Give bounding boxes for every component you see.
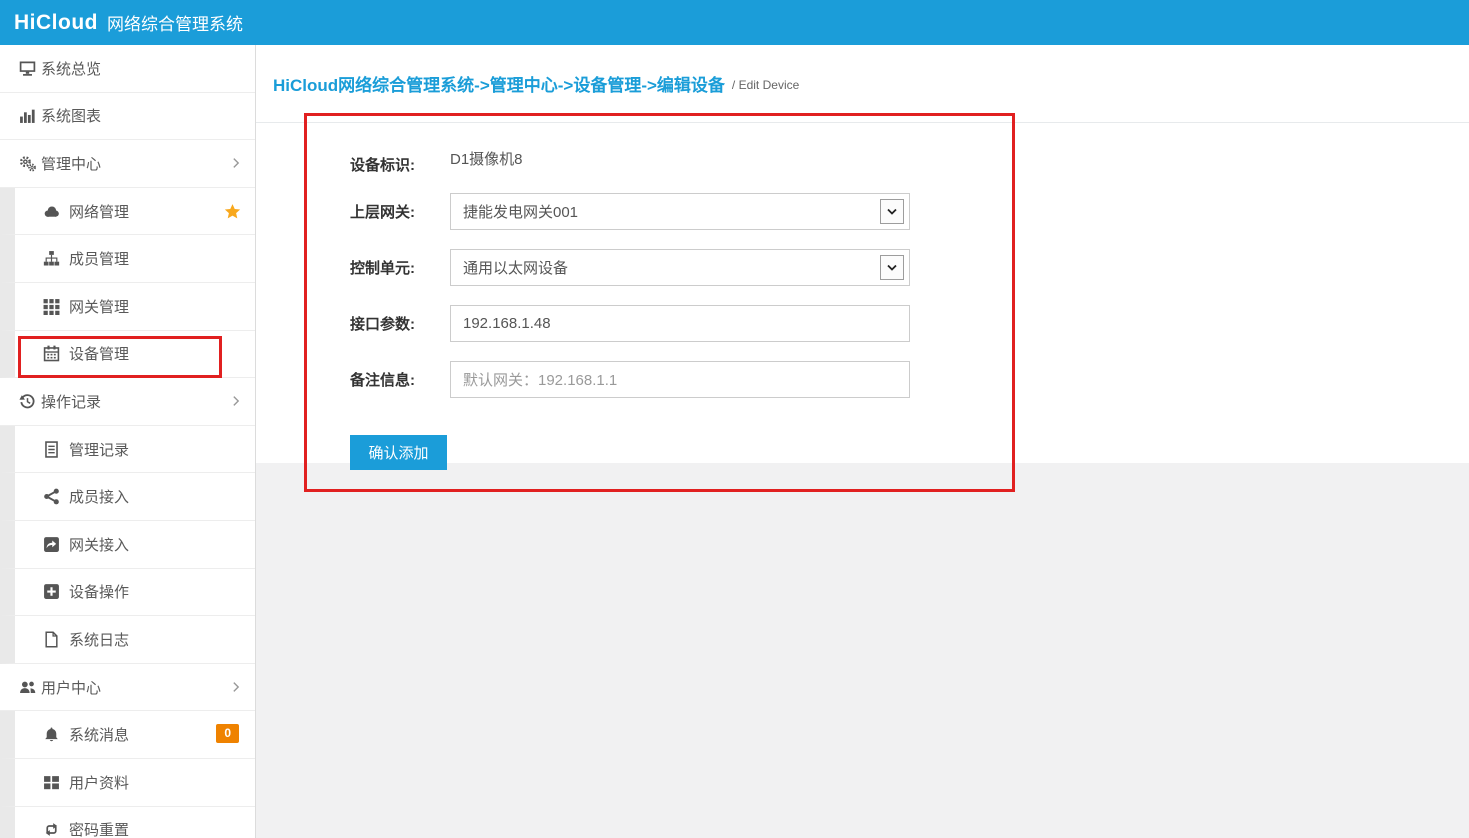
form-row-upper-gateway: 上层网关: 捷能发电网关001 (350, 193, 910, 230)
history-icon (19, 393, 36, 410)
sidebar-item-system-charts[interactable]: 系统图表 (0, 93, 255, 141)
breadcrumb-suffix: / Edit Device (732, 78, 799, 92)
sidebar-item-label: 成员管理 (69, 248, 129, 269)
chevron-right-icon (229, 156, 243, 170)
plus-square-icon (43, 583, 60, 600)
sidebar-item-label: 设备操作 (69, 581, 129, 602)
chevron-right-icon (229, 394, 243, 408)
confirm-add-button[interactable]: 确认添加 (350, 435, 447, 470)
sidebar-item-label: 系统日志 (69, 629, 129, 650)
desktop-icon (19, 60, 36, 77)
sidebar-item-label: 密码重置 (69, 819, 129, 838)
sidebar-item-label: 管理记录 (69, 439, 129, 460)
sidebar-item-member-management[interactable]: 成员管理 (0, 235, 255, 283)
control-unit-selected-value: 通用以太网设备 (463, 257, 568, 278)
brand-logo: HiCloud (14, 11, 98, 35)
remark-input[interactable] (450, 361, 910, 398)
sidebar-item-label: 用户中心 (41, 677, 101, 698)
interface-params-input[interactable] (450, 305, 910, 342)
sidebar-item-label: 系统总览 (41, 58, 101, 79)
sidebar-menu: 系统总览 系统图表 管理中心 (0, 45, 255, 838)
sidebar-item-gateway-management[interactable]: 网关管理 (0, 283, 255, 331)
chevron-down-icon (880, 199, 904, 224)
device-id-label: 设备标识: (350, 147, 450, 175)
cloud-icon (43, 203, 60, 220)
brand-subtitle: 网络综合管理系统 (107, 10, 243, 35)
sidebar-item-device-operation[interactable]: 设备操作 (0, 569, 255, 617)
chevron-down-icon (880, 255, 904, 280)
sidebar-item-system-overview[interactable]: 系统总览 (0, 45, 255, 93)
sidebar-item-label: 用户资料 (69, 772, 129, 793)
sidebar-item-operation-records[interactable]: 操作记录 (0, 378, 255, 426)
upper-gateway-selected-value: 捷能发电网关001 (463, 201, 578, 222)
upper-gateway-select[interactable]: 捷能发电网关001 (450, 193, 910, 230)
sidebar-item-label: 系统消息 (69, 724, 129, 745)
form-row-remark: 备注信息: (350, 361, 910, 398)
form-row-interface-params: 接口参数: (350, 305, 910, 342)
th-large-icon (43, 774, 60, 791)
users-icon (19, 679, 36, 696)
star-icon (224, 203, 241, 220)
main-content: HiCloud网络综合管理系统->管理中心->设备管理->编辑设备 / Edit… (256, 45, 1469, 838)
sidebar-item-password-reset[interactable]: 密码重置 (0, 807, 255, 838)
breadcrumb-path: HiCloud网络综合管理系统->管理中心->设备管理->编辑设备 (273, 71, 725, 96)
sidebar-item-label: 系统图表 (41, 105, 101, 126)
sidebar-item-member-access[interactable]: 成员接入 (0, 473, 255, 521)
control-unit-select[interactable]: 通用以太网设备 (450, 249, 910, 286)
sidebar-item-device-management[interactable]: 设备管理 (0, 331, 255, 379)
message-count-badge: 0 (216, 724, 239, 743)
remark-label: 备注信息: (350, 369, 450, 390)
share-icon (43, 488, 60, 505)
form-row-control-unit: 控制单元: 通用以太网设备 (350, 249, 910, 286)
sidebar-item-label: 设备管理 (69, 343, 129, 364)
interface-params-label: 接口参数: (350, 313, 450, 334)
device-id-value: D1摄像机8 (450, 147, 523, 169)
sidebar-item-gateway-access[interactable]: 网关接入 (0, 521, 255, 569)
file-text-icon (43, 441, 60, 458)
sidebar-item-label: 网络管理 (69, 201, 129, 222)
sidebar-item-management-center[interactable]: 管理中心 (0, 140, 255, 188)
chevron-right-icon (229, 680, 243, 694)
sidebar-item-network-management[interactable]: 网络管理 (0, 188, 255, 236)
sidebar-item-management-records[interactable]: 管理记录 (0, 426, 255, 474)
sidebar-item-user-profile[interactable]: 用户资料 (0, 759, 255, 807)
sidebar-item-label: 成员接入 (69, 486, 129, 507)
sidebar-item-label: 网关管理 (69, 296, 129, 317)
sidebar-item-user-center[interactable]: 用户中心 (0, 664, 255, 712)
sidebar: 系统总览 系统图表 管理中心 (0, 45, 256, 838)
sidebar-item-system-log[interactable]: 系统日志 (0, 616, 255, 664)
sidebar-item-label: 网关接入 (69, 534, 129, 555)
breadcrumb: HiCloud网络综合管理系统->管理中心->设备管理->编辑设备 / Edit… (256, 45, 1469, 123)
bell-icon (43, 726, 60, 743)
file-icon (43, 631, 60, 648)
bar-chart-icon (19, 107, 36, 124)
form-row-device-id: 设备标识: D1摄像机8 (350, 147, 910, 177)
sidebar-item-system-messages[interactable]: 系统消息 0 (0, 711, 255, 759)
gears-icon (19, 155, 36, 172)
sidebar-item-label: 管理中心 (41, 153, 101, 174)
sitemap-icon (43, 250, 60, 267)
share-square-icon (43, 536, 60, 553)
retweet-icon (43, 821, 60, 838)
edit-device-form: 设备标识: D1摄像机8 上层网关: 捷能发电网关001 控制单元: (350, 147, 910, 470)
upper-gateway-label: 上层网关: (350, 201, 450, 222)
grid-icon (43, 298, 60, 315)
sidebar-item-label: 操作记录 (41, 391, 101, 412)
calendar-icon (43, 345, 60, 362)
topbar: HiCloud 网络综合管理系统 (0, 0, 1469, 45)
form-panel: 设备标识: D1摄像机8 上层网关: 捷能发电网关001 控制单元: (256, 123, 1469, 463)
control-unit-label: 控制单元: (350, 257, 450, 278)
